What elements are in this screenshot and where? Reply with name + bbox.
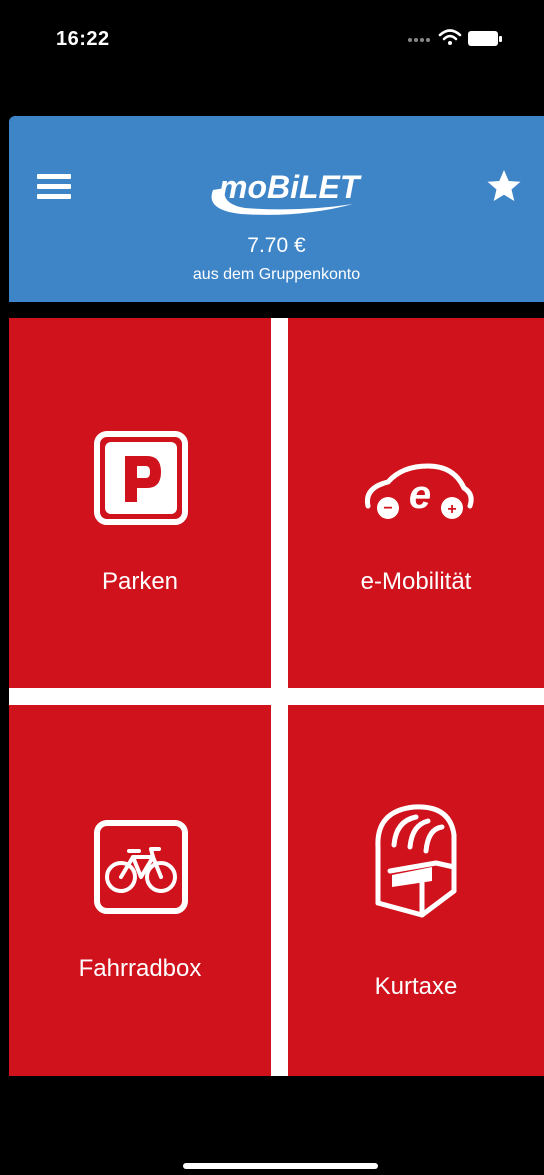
tile-label: e-Mobilität: [360, 568, 472, 595]
tile-kurtaxe[interactable]: Kurtaxe: [288, 705, 544, 1076]
tile-label: Kurtaxe: [374, 973, 458, 1000]
tile-e-mobilitaet[interactable]: − + e e-Mobilität: [288, 318, 544, 688]
services-grid: Parken − + e e-Mobilität Fahrradbox Kurt…: [9, 318, 544, 1076]
star-icon: [487, 170, 521, 201]
app-header: moBiLET 7.70 € aus dem Gruppenkonto: [9, 116, 544, 302]
home-indicator[interactable]: [183, 1163, 378, 1169]
balance-caption: aus dem Gruppenkonto: [192, 266, 361, 283]
battery-icon: [468, 31, 502, 46]
svg-text:+: +: [447, 501, 456, 518]
menu-button[interactable]: [37, 172, 73, 202]
svg-text:moBiLET: moBiLET: [219, 169, 362, 205]
parking-icon: [91, 428, 191, 533]
app-logo: moBiLET: [191, 158, 371, 228]
tile-label: Fahrradbox: [78, 955, 202, 982]
svg-text:e: e: [409, 473, 431, 517]
beach-chair-icon: [366, 795, 466, 930]
hamburger-icon: [37, 174, 71, 179]
status-time: 16:22: [56, 28, 110, 50]
bicycle-icon: [91, 817, 191, 922]
svg-text:−: −: [383, 500, 392, 517]
balance-amount: 7.70 €: [247, 234, 306, 257]
electric-car-icon: − + e: [358, 458, 478, 533]
wifi-icon: [438, 29, 462, 45]
tile-parken[interactable]: Parken: [9, 318, 271, 688]
signal-icon: [408, 38, 430, 42]
tile-fahrradbox[interactable]: Fahrradbox: [9, 705, 271, 1076]
status-icons: [404, 26, 514, 50]
tile-label: Parken: [101, 568, 179, 595]
favorite-button[interactable]: [484, 166, 524, 206]
status-bar: 16:22: [0, 0, 544, 115]
